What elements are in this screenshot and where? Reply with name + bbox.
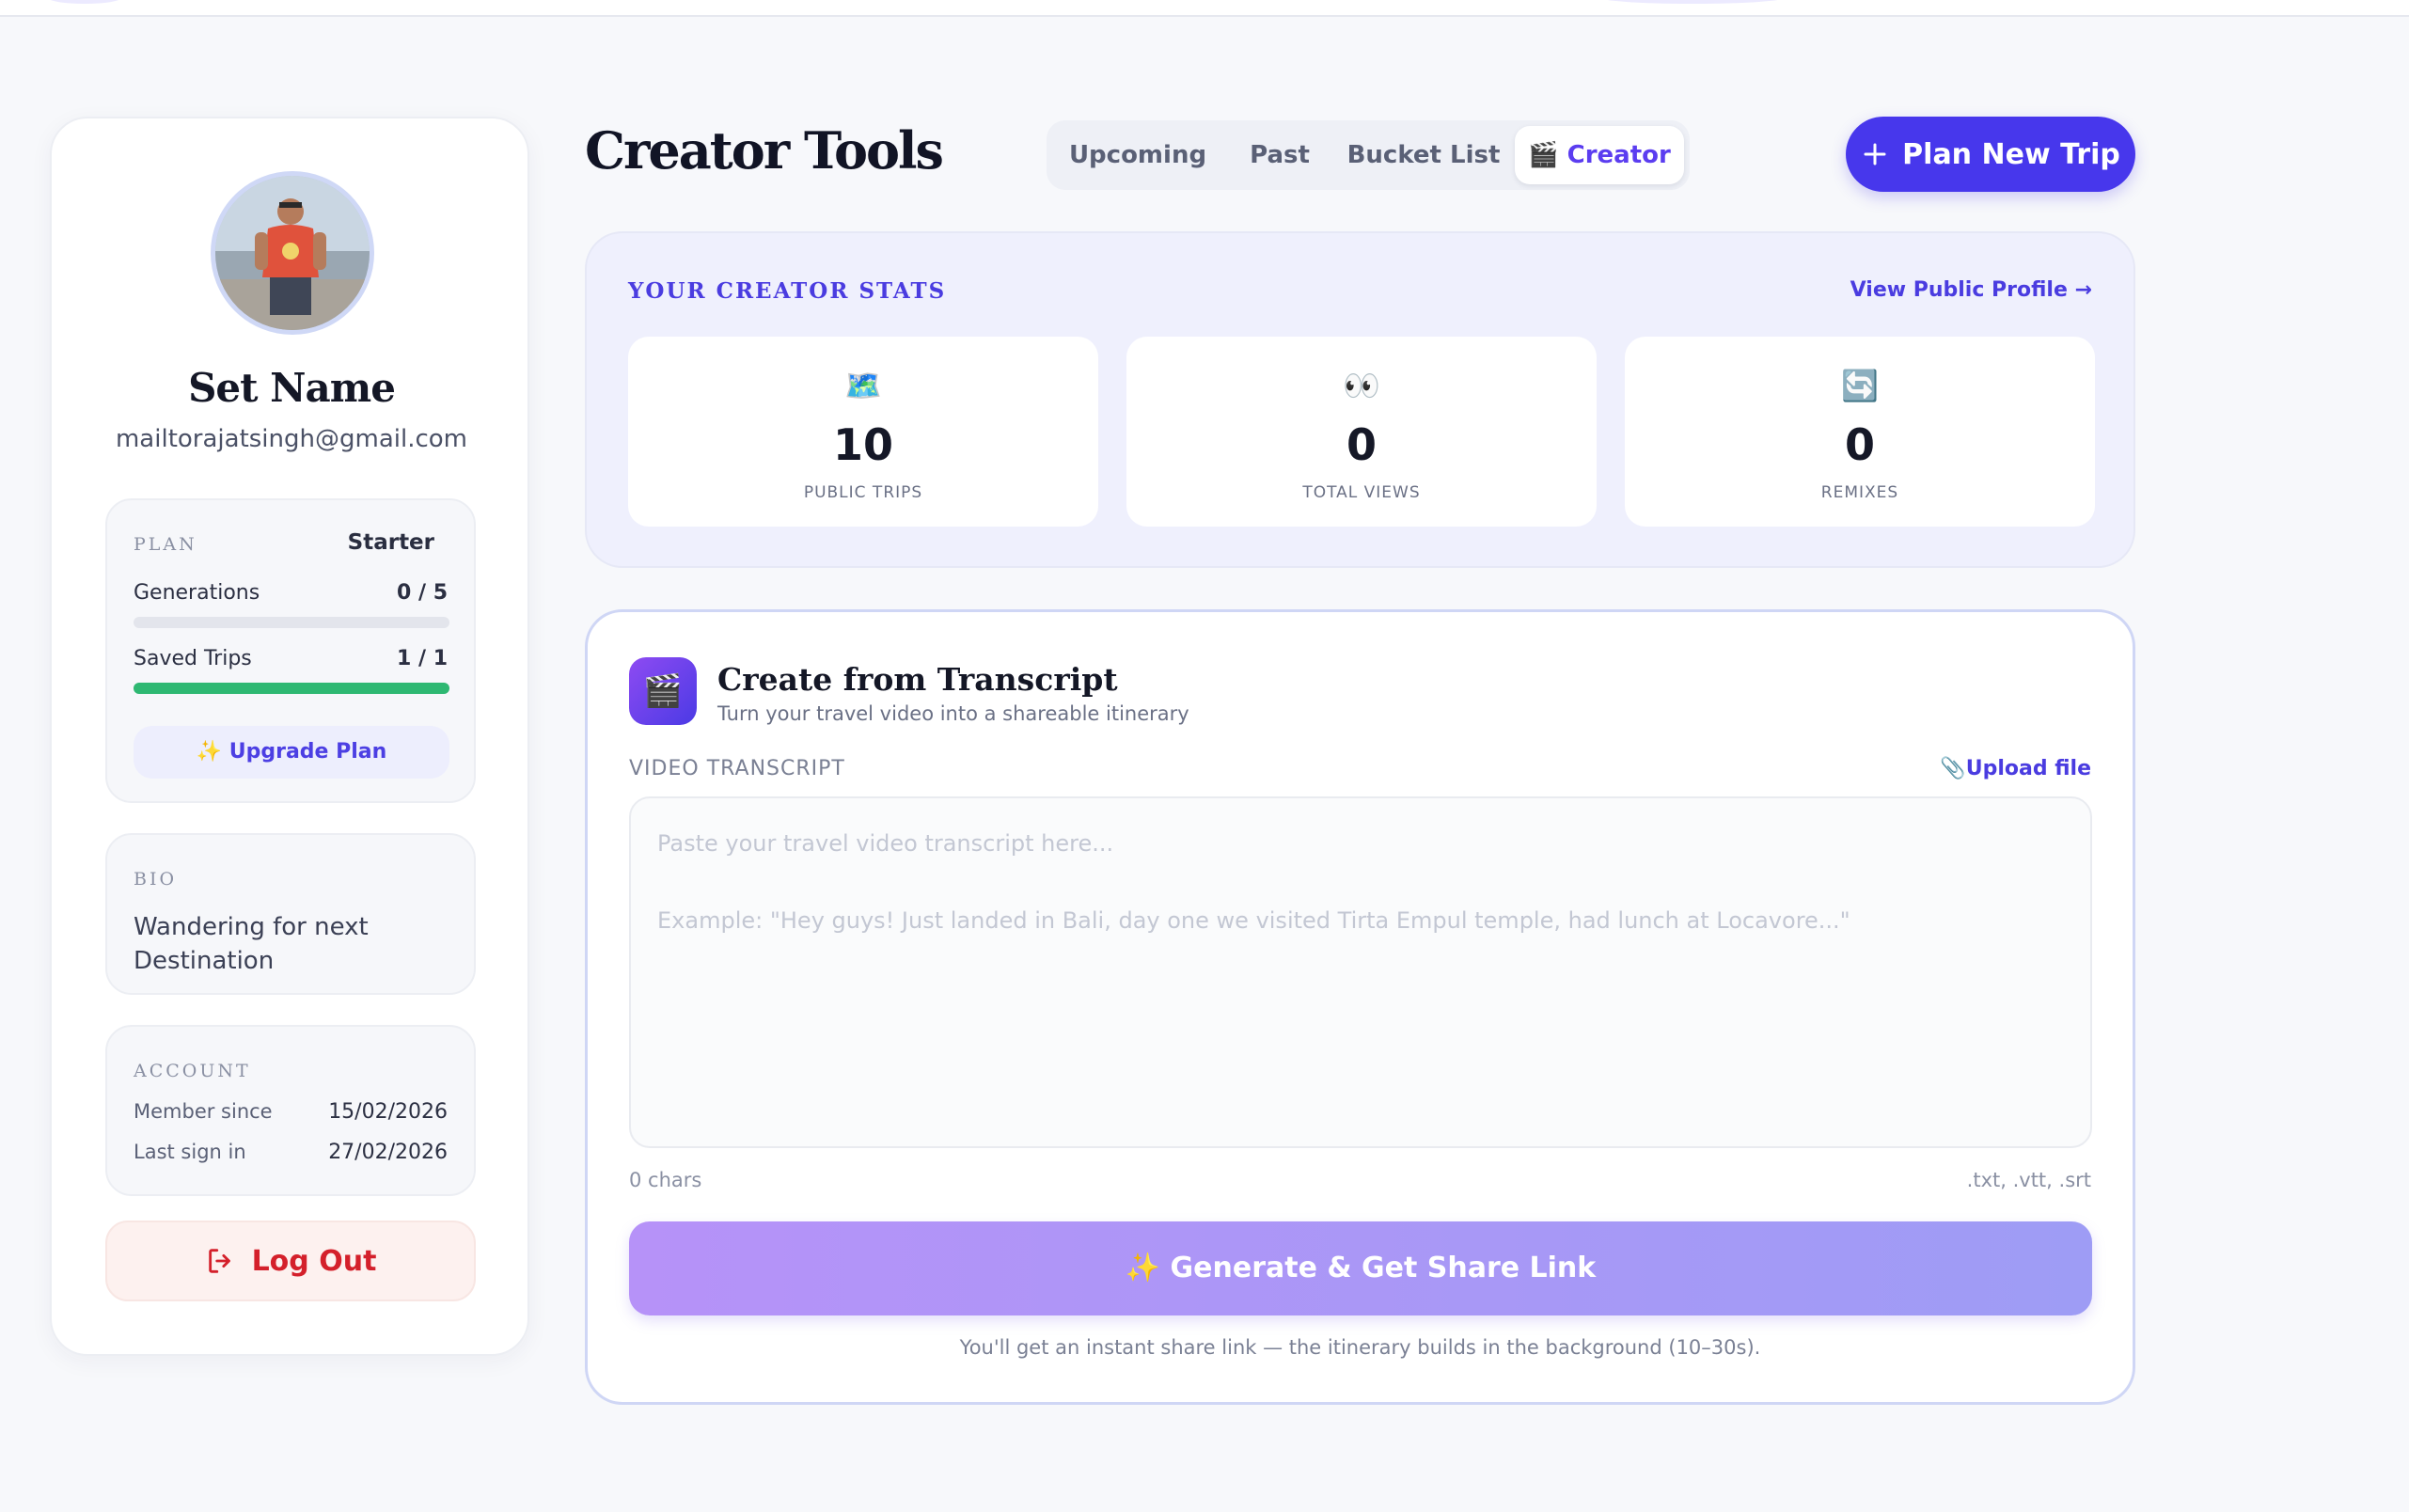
stat-value: 0: [1844, 419, 1875, 470]
profile-name: Set Name: [188, 365, 396, 411]
bio-text: Wandering for next Destination: [134, 913, 369, 975]
stat-label: REMIXES: [1820, 483, 1899, 502]
member-since-value: 15/02/2026: [328, 1100, 448, 1124]
account-card: ACCOUNT Member since 15/02/2026 Last sig…: [105, 1025, 476, 1196]
stats-title: YOUR CREATOR STATS: [628, 278, 947, 304]
clapperboard-icon: 🎬: [629, 657, 697, 725]
logout-button[interactable]: Log Out: [105, 1221, 476, 1301]
stat-label: PUBLIC TRIPS: [803, 483, 923, 502]
plan-tier: Starter: [347, 530, 434, 555]
tab-bucket-list[interactable]: Bucket List: [1336, 126, 1511, 184]
stat-card-public-trips: 🗺️ 10 PUBLIC TRIPS: [628, 337, 1098, 527]
map-icon: 🗺️: [844, 368, 882, 403]
logout-icon: [208, 1249, 230, 1273]
generations-progress: [134, 617, 449, 628]
upgrade-plan-button[interactable]: ✨ Upgrade Plan: [134, 726, 449, 779]
top-nav-bar: [0, 0, 2409, 17]
saved-trips-progress-fill: [134, 683, 449, 694]
eyes-icon: 👀: [1343, 368, 1380, 403]
plus-icon: [1864, 143, 1886, 165]
plan-label: PLAN: [134, 534, 197, 555]
avatar-photo: [215, 176, 370, 330]
trip-tabs: Upcoming Past Bucket List 🎬 Creator: [1047, 120, 1690, 190]
stat-label: TOTAL VIEWS: [1302, 483, 1421, 502]
stat-value: 10: [832, 419, 893, 470]
upload-file-button[interactable]: 📎Upload file: [1940, 757, 2091, 780]
account-label: ACCOUNT: [134, 1061, 251, 1081]
accepted-file-types: .txt, .vtt, .srt: [1966, 1169, 2091, 1191]
tab-upcoming[interactable]: Upcoming: [1052, 126, 1223, 184]
generate-share-link-button[interactable]: ✨ Generate & Get Share Link: [629, 1221, 2092, 1315]
creator-stats-panel: YOUR CREATOR STATS View Public Profile →…: [585, 231, 2135, 568]
bio-label: BIO: [134, 869, 178, 890]
last-sign-in-label: Last sign in: [134, 1141, 246, 1163]
transcript-input[interactable]: [629, 796, 2092, 1148]
saved-trips-value: 1 / 1: [397, 647, 448, 670]
bio-card: BIO Wandering for next Destination: [105, 833, 476, 995]
video-transcript-label: VIDEO TRANSCRIPT: [629, 757, 845, 780]
stat-value: 0: [1346, 419, 1377, 470]
member-since-label: Member since: [134, 1100, 273, 1123]
plan-new-trip-button[interactable]: Plan New Trip: [1846, 117, 2135, 192]
nav-decoration: [1598, 0, 1787, 4]
generations-value: 0 / 5: [397, 581, 448, 605]
avatar[interactable]: [211, 171, 374, 335]
logout-label: Log Out: [251, 1244, 377, 1278]
section-title: Create from Transcript: [717, 661, 1118, 698]
stat-card-total-views: 👀 0 TOTAL VIEWS: [1126, 337, 1597, 527]
nav-decoration: [47, 0, 122, 4]
profile-sidebar: Set Name mailtorajatsingh@gmail.com PLAN…: [50, 117, 529, 1356]
section-subtitle: Turn your travel video into a shareable …: [717, 702, 1189, 725]
remix-icon: 🔄: [1841, 368, 1879, 403]
view-public-profile-link[interactable]: View Public Profile →: [1850, 278, 2092, 302]
generations-label: Generations: [134, 581, 260, 605]
create-from-transcript-panel: 🎬 Create from Transcript Turn your trave…: [585, 609, 2135, 1405]
profile-email: mailtorajatsingh@gmail.com: [115, 425, 468, 453]
char-count: 0 chars: [629, 1169, 702, 1191]
plan-card: PLAN Starter Generations 0 / 5 Saved Tri…: [105, 498, 476, 803]
plan-new-trip-label: Plan New Trip: [1902, 137, 2120, 171]
page-title: Creator Tools: [585, 120, 944, 181]
stat-card-remixes: 🔄 0 REMIXES: [1625, 337, 2095, 527]
saved-trips-label: Saved Trips: [134, 647, 252, 670]
last-sign-in-value: 27/02/2026: [328, 1141, 448, 1164]
tab-creator[interactable]: 🎬 Creator: [1515, 126, 1684, 184]
tab-past[interactable]: Past: [1223, 126, 1336, 184]
generate-footnote: You'll get an instant share link — the i…: [959, 1336, 1761, 1359]
saved-trips-progress: [134, 683, 449, 694]
